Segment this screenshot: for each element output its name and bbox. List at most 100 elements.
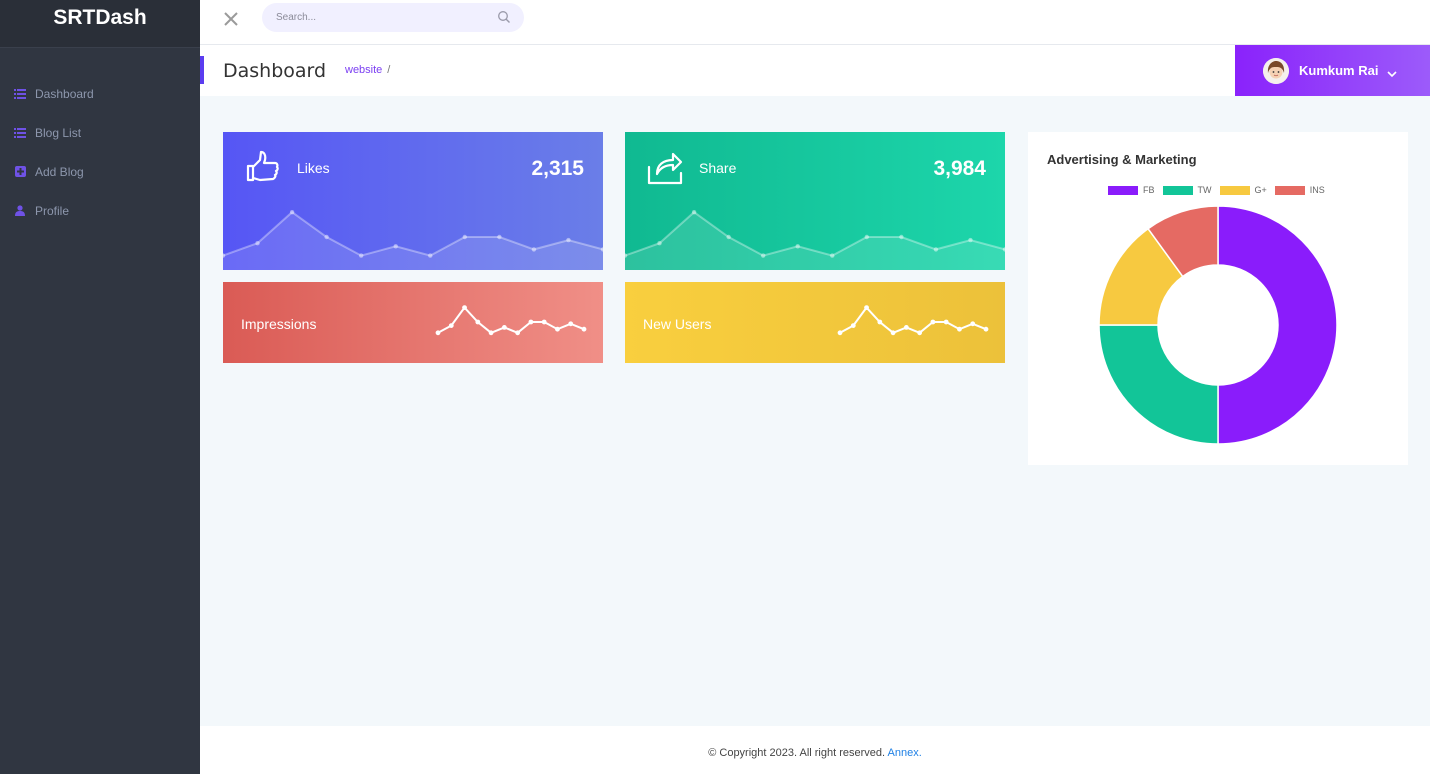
avatar (1263, 57, 1289, 84)
sparkline-point (933, 247, 939, 252)
chevron-down-icon (1387, 66, 1398, 77)
user-icon (14, 205, 26, 217)
sparkline-point (970, 321, 976, 327)
sparkline-point (726, 234, 731, 240)
sidebar-item-label: Add Blog (35, 164, 84, 179)
sparkline-point (899, 234, 904, 240)
sidebar: SRTDash Dashboard Blog List Add Blog Pro… (0, 0, 200, 774)
sidebar-item-label: Profile (35, 203, 70, 218)
impressions-card: Impressions (223, 282, 603, 363)
sparkline-point (289, 210, 295, 215)
sparkline-point (930, 319, 936, 325)
list-icon (14, 127, 26, 139)
sparkline-point (850, 323, 856, 328)
likes-value: 2,315 (531, 157, 584, 180)
footer-text: © Copyright 2023. All right reserved. (708, 747, 888, 759)
page-title: Dashboard (223, 60, 327, 82)
footer: © Copyright 2023. All right reserved. An… (200, 726, 1430, 774)
footer-link-annex[interactable]: Annex. (888, 747, 922, 759)
advertising-marketing-panel: Advertising & Marketing FB TW G+ INS (1028, 132, 1408, 465)
list-icon (14, 88, 26, 100)
sparkline-point (324, 234, 329, 240)
user-menu-button[interactable]: Kumkum Rai (1235, 45, 1430, 96)
likes-label: Likes (297, 160, 330, 176)
search-input[interactable] (262, 3, 482, 32)
sparkline-point (837, 330, 843, 336)
share-sparkline (625, 210, 1005, 270)
new-users-label: New Users (643, 316, 712, 332)
topbar (200, 0, 1430, 45)
sparkline-point (957, 326, 962, 332)
sparkline-point (903, 325, 909, 330)
sparkline-point (428, 253, 433, 258)
sparkline-point (830, 253, 835, 258)
page-header: Dashboard website / Kumkum Rai (200, 45, 1430, 96)
sparkline-point (448, 323, 454, 328)
sidebar-item-add-blog[interactable]: Add Blog (0, 152, 200, 191)
share-icon (645, 147, 685, 187)
sparkline-point (795, 244, 800, 249)
donut-slice-fb[interactable] (1217, 205, 1338, 445)
sparkline-point (255, 241, 260, 246)
share-label: Share (699, 160, 737, 176)
sparkline-point (358, 253, 364, 258)
sidebar-item-label: Dashboard (35, 86, 94, 101)
breadcrumb-link-website[interactable]: website (345, 64, 382, 76)
footer-copyright: © Copyright 2023. All right reserved. An… (200, 726, 1430, 774)
impressions-sparkline (435, 305, 587, 336)
sparkline-point (475, 319, 481, 325)
sparkline-point (864, 305, 869, 310)
sparkline-area (625, 212, 1005, 270)
sparkline-point (760, 253, 766, 258)
donut-slice-tw[interactable] (1098, 324, 1219, 445)
sparkline-point (528, 319, 534, 325)
search-box (262, 3, 524, 32)
user-name: Kumkum Rai (1299, 63, 1379, 78)
sparkline-point (501, 325, 507, 330)
sidebar-item-dashboard[interactable]: Dashboard (0, 74, 200, 113)
sidebar-item-label: Blog List (35, 125, 82, 140)
sparkline-point (568, 321, 574, 327)
sparkline-point (393, 244, 398, 249)
sparkline-point (462, 305, 467, 310)
search-icon[interactable] (497, 10, 511, 24)
sparkline-point (531, 247, 537, 252)
sparkline-point (983, 326, 989, 332)
sparkline-point (488, 330, 494, 336)
new-users-card: New Users (625, 282, 1005, 363)
thumbs-up-icon (243, 147, 283, 187)
donut-chart (1098, 205, 1338, 445)
sparkline-point (435, 330, 441, 336)
likes-sparkline (223, 210, 603, 270)
sparkline-point (968, 237, 973, 243)
share-value: 3,984 (933, 157, 986, 180)
sidebar-item-profile[interactable]: Profile (0, 191, 200, 230)
share-card: Share 3,984 (625, 132, 1005, 270)
sparkline-point (917, 330, 923, 336)
brand-name: SRTDash (53, 6, 147, 29)
sidebar-menu: Dashboard Blog List Add Blog Profile (0, 48, 200, 230)
title-accent-bar (200, 56, 204, 84)
likes-card: Likes 2,315 (223, 132, 603, 270)
brand-logo[interactable]: SRTDash (0, 0, 200, 48)
sparkline-point (515, 330, 521, 336)
sparkline-point (541, 319, 547, 325)
impressions-label: Impressions (241, 316, 317, 332)
sparkline-point (943, 319, 949, 325)
new-users-sparkline (837, 305, 989, 336)
breadcrumb-separator: / (387, 64, 391, 76)
sparkline-point (566, 237, 571, 243)
sparkline-point (555, 326, 560, 332)
close-icon[interactable] (222, 10, 242, 30)
sparkline-point (877, 319, 883, 325)
sparkline-line (839, 306, 987, 334)
sparkline-area (223, 212, 603, 270)
plus-square-icon (14, 166, 26, 178)
sparkline-point (462, 234, 468, 240)
sidebar-item-blog-list[interactable]: Blog List (0, 113, 200, 152)
sparkline-line (437, 306, 585, 334)
sparkline-point (890, 330, 896, 336)
sparkline-point (691, 210, 697, 215)
sparkline-point (581, 326, 587, 332)
sparkline-point (864, 234, 870, 240)
